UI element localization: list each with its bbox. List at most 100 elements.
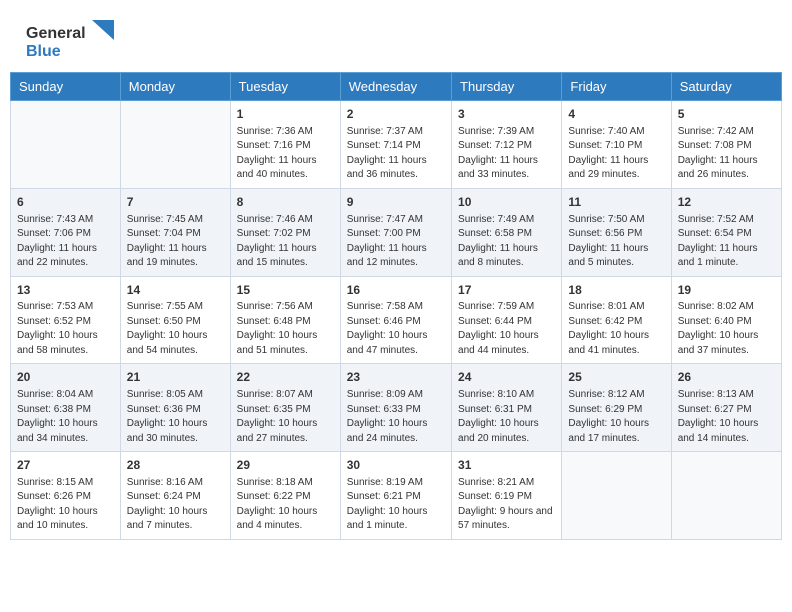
sunrise-text: Sunrise: 7:52 AM [678,214,754,225]
day-number: 30 [347,457,445,474]
sunrise-text: Sunrise: 7:59 AM [458,301,534,312]
calendar-cell: 28 Sunrise: 8:16 AM Sunset: 6:24 PM Dayl… [120,452,230,540]
day-number: 23 [347,369,445,386]
day-number: 7 [127,194,224,211]
day-details: Sunrise: 7:53 AM Sunset: 6:52 PM Dayligh… [17,300,114,358]
calendar-table: Sunday Monday Tuesday Wednesday Thursday… [10,72,782,540]
day-number: 14 [127,282,224,299]
sunrise-text: Sunrise: 7:50 AM [568,214,644,225]
calendar-header-row: Sunday Monday Tuesday Wednesday Thursday… [11,73,782,101]
sunset-text: Sunset: 7:02 PM [237,228,311,239]
sunrise-text: Sunrise: 7:39 AM [458,126,534,137]
daylight-text: Daylight: 10 hours and 17 minutes. [568,418,649,444]
sunset-text: Sunset: 7:06 PM [17,228,91,239]
daylight-text: Daylight: 10 hours and 54 minutes. [127,330,208,356]
daylight-text: Daylight: 11 hours and 15 minutes. [237,243,317,269]
day-number: 8 [237,194,334,211]
day-number: 4 [568,106,664,123]
daylight-text: Daylight: 10 hours and 27 minutes. [237,418,318,444]
col-saturday: Saturday [671,73,781,101]
sunset-text: Sunset: 6:36 PM [127,404,201,415]
day-details: Sunrise: 7:47 AM Sunset: 7:00 PM Dayligh… [347,213,445,271]
sunrise-text: Sunrise: 8:05 AM [127,389,203,400]
daylight-text: Daylight: 11 hours and 36 minutes. [347,155,427,181]
sunrise-text: Sunrise: 8:09 AM [347,389,423,400]
col-wednesday: Wednesday [340,73,451,101]
daylight-text: Daylight: 10 hours and 34 minutes. [17,418,98,444]
day-number: 18 [568,282,664,299]
sunset-text: Sunset: 6:35 PM [237,404,311,415]
sunset-text: Sunset: 6:38 PM [17,404,91,415]
sunset-text: Sunset: 7:16 PM [237,140,311,151]
col-monday: Monday [120,73,230,101]
sunrise-text: Sunrise: 8:07 AM [237,389,313,400]
sunrise-text: Sunrise: 7:40 AM [568,126,644,137]
sunrise-text: Sunrise: 8:21 AM [458,477,534,488]
day-details: Sunrise: 7:55 AM Sunset: 6:50 PM Dayligh… [127,300,224,358]
day-details: Sunrise: 8:13 AM Sunset: 6:27 PM Dayligh… [678,388,775,446]
logo-svg: General Blue [24,18,114,62]
sunset-text: Sunset: 6:27 PM [678,404,752,415]
day-number: 2 [347,106,445,123]
header: General Blue [0,0,792,72]
sunrise-text: Sunrise: 7:53 AM [17,301,93,312]
day-number: 17 [458,282,555,299]
day-number: 15 [237,282,334,299]
day-details: Sunrise: 7:59 AM Sunset: 6:44 PM Dayligh… [458,300,555,358]
day-number: 26 [678,369,775,386]
sunset-text: Sunset: 6:52 PM [17,316,91,327]
day-number: 27 [17,457,114,474]
day-details: Sunrise: 8:02 AM Sunset: 6:40 PM Dayligh… [678,300,775,358]
calendar-week-row: 6 Sunrise: 7:43 AM Sunset: 7:06 PM Dayli… [11,188,782,276]
day-number: 3 [458,106,555,123]
sunrise-text: Sunrise: 7:47 AM [347,214,423,225]
day-details: Sunrise: 8:21 AM Sunset: 6:19 PM Dayligh… [458,476,555,534]
day-details: Sunrise: 7:43 AM Sunset: 7:06 PM Dayligh… [17,213,114,271]
daylight-text: Daylight: 10 hours and 51 minutes. [237,330,318,356]
daylight-text: Daylight: 11 hours and 26 minutes. [678,155,758,181]
day-details: Sunrise: 7:52 AM Sunset: 6:54 PM Dayligh… [678,213,775,271]
sunrise-text: Sunrise: 8:01 AM [568,301,644,312]
sunset-text: Sunset: 6:48 PM [237,316,311,327]
sunset-text: Sunset: 6:46 PM [347,316,421,327]
day-number: 31 [458,457,555,474]
sunrise-text: Sunrise: 7:45 AM [127,214,203,225]
calendar-cell: 25 Sunrise: 8:12 AM Sunset: 6:29 PM Dayl… [562,364,671,452]
calendar-cell: 23 Sunrise: 8:09 AM Sunset: 6:33 PM Dayl… [340,364,451,452]
sunrise-text: Sunrise: 7:49 AM [458,214,534,225]
day-details: Sunrise: 7:36 AM Sunset: 7:16 PM Dayligh… [237,125,334,183]
calendar-cell: 11 Sunrise: 7:50 AM Sunset: 6:56 PM Dayl… [562,188,671,276]
day-details: Sunrise: 7:50 AM Sunset: 6:56 PM Dayligh… [568,213,664,271]
sunrise-text: Sunrise: 8:10 AM [458,389,534,400]
day-details: Sunrise: 8:16 AM Sunset: 6:24 PM Dayligh… [127,476,224,534]
calendar-cell: 22 Sunrise: 8:07 AM Sunset: 6:35 PM Dayl… [230,364,340,452]
sunset-text: Sunset: 6:26 PM [17,491,91,502]
day-details: Sunrise: 8:18 AM Sunset: 6:22 PM Dayligh… [237,476,334,534]
calendar-cell: 20 Sunrise: 8:04 AM Sunset: 6:38 PM Dayl… [11,364,121,452]
calendar-cell: 24 Sunrise: 8:10 AM Sunset: 6:31 PM Dayl… [452,364,562,452]
sunset-text: Sunset: 7:04 PM [127,228,201,239]
day-number: 6 [17,194,114,211]
sunrise-text: Sunrise: 8:02 AM [678,301,754,312]
sunrise-text: Sunrise: 7:42 AM [678,126,754,137]
daylight-text: Daylight: 10 hours and 14 minutes. [678,418,759,444]
day-details: Sunrise: 8:05 AM Sunset: 6:36 PM Dayligh… [127,388,224,446]
day-details: Sunrise: 8:09 AM Sunset: 6:33 PM Dayligh… [347,388,445,446]
day-details: Sunrise: 7:58 AM Sunset: 6:46 PM Dayligh… [347,300,445,358]
daylight-text: Daylight: 11 hours and 19 minutes. [127,243,207,269]
calendar-week-row: 27 Sunrise: 8:15 AM Sunset: 6:26 PM Dayl… [11,452,782,540]
day-details: Sunrise: 7:56 AM Sunset: 6:48 PM Dayligh… [237,300,334,358]
daylight-text: Daylight: 10 hours and 44 minutes. [458,330,539,356]
sunset-text: Sunset: 7:08 PM [678,140,752,151]
sunrise-text: Sunrise: 8:19 AM [347,477,423,488]
logo: General Blue [24,18,114,62]
day-details: Sunrise: 8:19 AM Sunset: 6:21 PM Dayligh… [347,476,445,534]
calendar-cell: 31 Sunrise: 8:21 AM Sunset: 6:19 PM Dayl… [452,452,562,540]
calendar-cell: 16 Sunrise: 7:58 AM Sunset: 6:46 PM Dayl… [340,276,451,364]
day-details: Sunrise: 8:15 AM Sunset: 6:26 PM Dayligh… [17,476,114,534]
calendar-cell: 17 Sunrise: 7:59 AM Sunset: 6:44 PM Dayl… [452,276,562,364]
col-friday: Friday [562,73,671,101]
calendar-cell: 9 Sunrise: 7:47 AM Sunset: 7:00 PM Dayli… [340,188,451,276]
col-thursday: Thursday [452,73,562,101]
day-details: Sunrise: 7:49 AM Sunset: 6:58 PM Dayligh… [458,213,555,271]
